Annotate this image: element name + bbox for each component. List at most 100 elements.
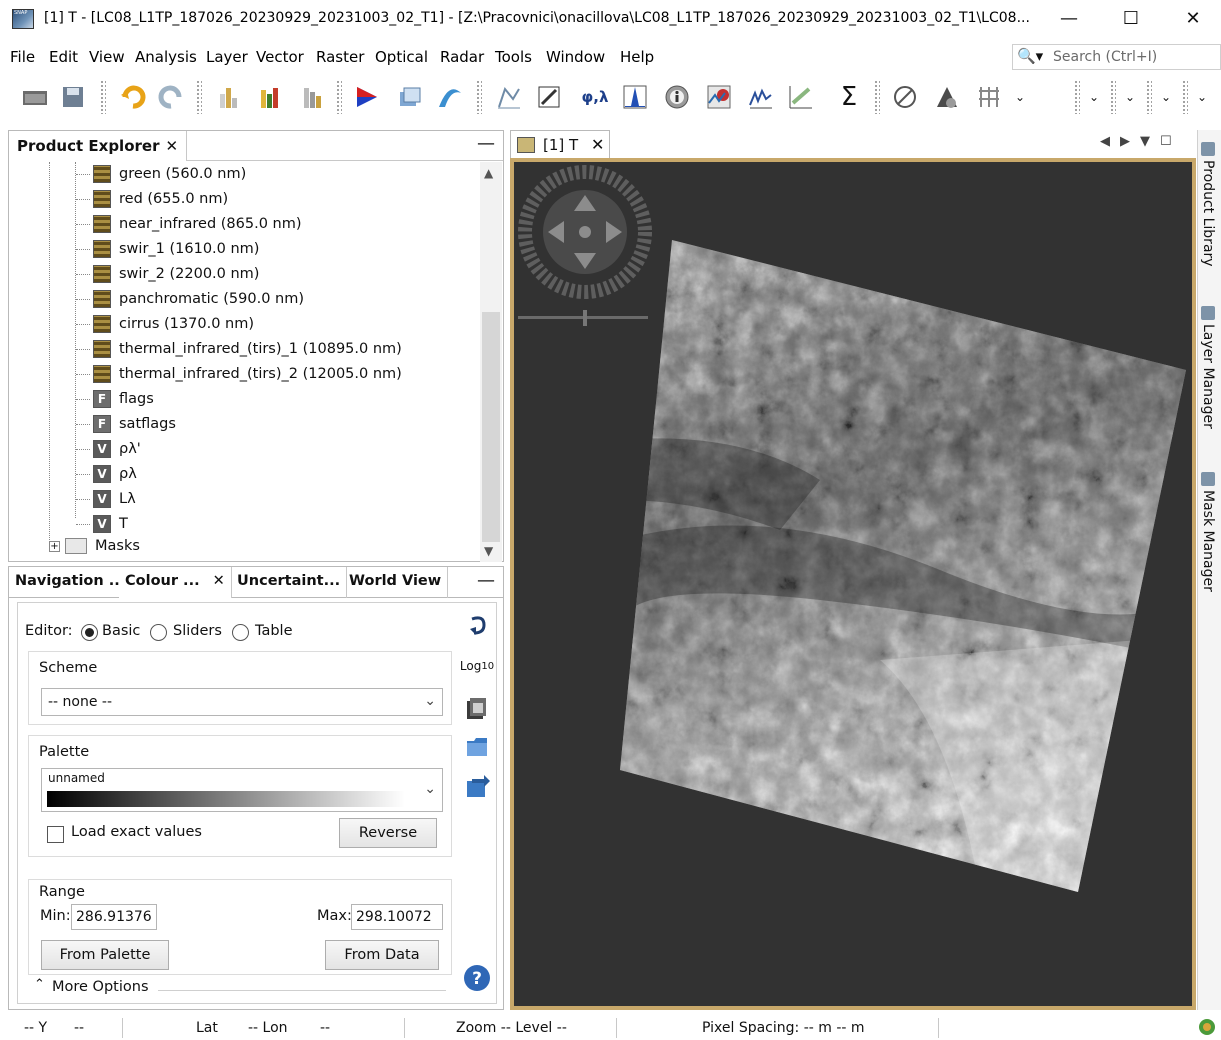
tree-scrollbar[interactable]: ▲ ▼ xyxy=(480,162,502,562)
maximize-view-icon[interactable]: ☐ xyxy=(1160,134,1172,149)
menu-window[interactable]: Window xyxy=(546,48,605,66)
band-maths-icon[interactable] xyxy=(212,82,242,112)
maximize-button[interactable]: ☐ xyxy=(1108,4,1154,34)
tree-node-virtual[interactable]: VT xyxy=(93,513,128,535)
tab-uncertainty[interactable]: Uncertaint... xyxy=(231,567,348,598)
from-data-button[interactable]: From Data xyxy=(325,940,439,970)
close-icon[interactable]: ✕ xyxy=(591,135,604,154)
tab-mask-manager[interactable]: Mask Manager xyxy=(1200,472,1216,592)
tree-node-band[interactable]: swir_1 (1610.0 nm) xyxy=(93,238,259,260)
layer-window-icon[interactable] xyxy=(394,82,424,112)
tab-world-view[interactable]: World View xyxy=(343,567,449,598)
graticule-icon[interactable] xyxy=(974,82,1004,112)
toolbar-overflow-chevron-icon[interactable]: ⌄ xyxy=(1156,82,1176,112)
menu-radar[interactable]: Radar xyxy=(440,48,484,66)
more-options-chevron-icon[interactable]: ⌃ xyxy=(34,977,45,992)
min-value-field[interactable]: 286.91376 xyxy=(71,904,157,930)
mask-area-icon[interactable] xyxy=(890,82,920,112)
editor-table-radio[interactable] xyxy=(232,624,249,641)
scroll-down-icon[interactable]: ▼ xyxy=(484,544,493,558)
more-options-toggle[interactable]: More Options xyxy=(52,979,149,995)
rgb-image-icon[interactable] xyxy=(352,82,382,112)
statistics-icon[interactable]: Σ xyxy=(834,82,864,112)
tab-image-view-t[interactable]: [1] T ✕ xyxy=(510,130,610,158)
max-value-field[interactable]: 298.10072 xyxy=(351,904,443,930)
export-palette-icon[interactable] xyxy=(462,771,492,801)
tree-node-band[interactable]: swir_2 (2200.0 nm) xyxy=(93,263,259,285)
menu-analysis[interactable]: Analysis xyxy=(135,48,197,66)
tab-layer-manager[interactable]: Layer Manager xyxy=(1200,306,1216,429)
tree-node-band[interactable]: panchromatic (590.0 nm) xyxy=(93,288,304,310)
tab-colour-manipulation[interactable]: Colour ... ✕ xyxy=(119,567,232,598)
tab-navigation[interactable]: Navigation ... xyxy=(9,567,133,598)
toolbar-overflow-chevron-icon[interactable]: ⌄ xyxy=(1084,82,1104,112)
profile-plot-icon[interactable] xyxy=(746,82,776,112)
editor-sliders-radio[interactable] xyxy=(150,624,167,641)
scrollbar-thumb[interactable] xyxy=(482,312,500,542)
toolbar-overflow-chevron-icon[interactable]: ⌄ xyxy=(1120,82,1140,112)
tab-product-library[interactable]: Product Library xyxy=(1200,142,1216,267)
toolbar-overflow-chevron-icon[interactable]: ⌄ xyxy=(1010,82,1030,112)
pin-edit-icon[interactable] xyxy=(534,82,564,112)
minimize-panel-button[interactable]: — xyxy=(477,570,495,591)
toolbar-overflow-chevron-icon[interactable]: ⌄ xyxy=(1192,82,1212,112)
editor-basic-radio[interactable] xyxy=(81,624,98,641)
tree-node-virtual[interactable]: Vρλ' xyxy=(93,438,141,460)
palette-dropdown[interactable]: unnamed ⌄ xyxy=(41,768,443,812)
menu-edit[interactable]: Edit xyxy=(49,48,78,66)
tree-node-flag[interactable]: Fsatflags xyxy=(93,413,176,435)
tab-list-chevron-icon[interactable]: ▼ xyxy=(1140,134,1150,149)
redo-icon[interactable] xyxy=(156,82,186,112)
tree-node-band[interactable]: cirrus (1370.0 nm) xyxy=(93,313,254,335)
previous-tab-icon[interactable]: ◀ xyxy=(1100,134,1110,149)
menu-vector[interactable]: Vector xyxy=(256,48,304,66)
import-palette-icon[interactable] xyxy=(462,731,492,761)
scatter-plot-icon[interactable] xyxy=(786,82,816,112)
draw-polyline-icon[interactable] xyxy=(494,82,524,112)
zoom-slider-thumb[interactable] xyxy=(583,310,587,326)
from-palette-button[interactable]: From Palette xyxy=(41,940,169,970)
reverse-button[interactable]: Reverse xyxy=(339,818,437,848)
scroll-up-icon[interactable]: ▲ xyxy=(484,166,493,180)
tree-node-band[interactable]: red (655.0 nm) xyxy=(93,188,228,210)
minimize-button[interactable]: — xyxy=(1046,4,1092,34)
spectrum-view-icon[interactable] xyxy=(704,82,734,112)
search-box[interactable]: 🔍▾ Search (Ctrl+I) xyxy=(1012,44,1221,70)
menu-tools[interactable]: Tools xyxy=(495,48,532,66)
expand-icon[interactable]: + xyxy=(49,540,60,552)
scheme-dropdown[interactable]: -- none -- ⌄ xyxy=(41,688,443,716)
tree-node-virtual[interactable]: Vρλ xyxy=(93,463,137,485)
tree-node-band[interactable]: near_infrared (865.0 nm) xyxy=(93,213,302,235)
information-icon[interactable] xyxy=(662,82,692,112)
tree-node-flag[interactable]: Fflags xyxy=(93,388,154,410)
reset-icon[interactable] xyxy=(462,611,492,641)
close-icon[interactable]: ✕ xyxy=(165,137,178,155)
help-icon[interactable]: ? xyxy=(462,963,492,993)
menu-raster[interactable]: Raster xyxy=(316,48,364,66)
tree-node-band[interactable]: green (560.0 nm) xyxy=(93,163,246,185)
close-window-button[interactable]: ✕ xyxy=(1170,4,1216,34)
world-wind-icon[interactable] xyxy=(434,82,464,112)
menu-file[interactable]: File xyxy=(10,48,35,66)
close-icon[interactable]: ✕ xyxy=(213,573,225,589)
log10-toggle-button[interactable]: Log 10 xyxy=(460,651,494,681)
menu-layer[interactable]: Layer xyxy=(206,48,248,66)
tree-node-masks[interactable]: + Masks xyxy=(49,538,140,554)
multi-apply-icon[interactable] xyxy=(462,693,492,723)
tab-product-explorer[interactable]: Product Explorer ✕ xyxy=(9,131,188,161)
histogram-icon[interactable] xyxy=(620,82,650,112)
menu-optical[interactable]: Optical xyxy=(375,48,428,66)
band-select-icon[interactable] xyxy=(296,82,326,112)
tree-node-virtual[interactable]: V Lλ xyxy=(93,488,136,510)
time-series-icon[interactable] xyxy=(932,82,962,112)
minimize-panel-button[interactable]: — xyxy=(477,133,495,154)
undo-icon[interactable] xyxy=(118,82,148,112)
band-subset-icon[interactable] xyxy=(254,82,284,112)
tree-node-band[interactable]: thermal_infrared_(tirs)_2 (12005.0 nm) xyxy=(93,363,402,385)
open-product-icon[interactable] xyxy=(20,82,50,112)
menu-view[interactable]: View xyxy=(89,48,125,66)
load-exact-values-checkbox[interactable] xyxy=(47,826,64,843)
menu-help[interactable]: Help xyxy=(620,48,654,66)
next-tab-icon[interactable]: ▶ xyxy=(1120,134,1130,149)
save-product-icon[interactable] xyxy=(58,82,88,112)
